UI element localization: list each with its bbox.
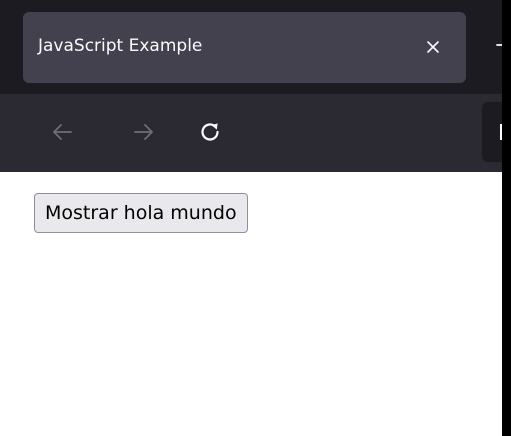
mostrar-hola-mundo-button[interactable]: Mostrar hola mundo <box>34 193 248 233</box>
url-bar[interactable] <box>482 102 502 162</box>
arrow-right-icon[interactable] <box>126 114 162 150</box>
screen-edge <box>502 0 511 436</box>
close-icon[interactable] <box>418 32 448 62</box>
reload-icon[interactable] <box>192 114 228 150</box>
tab-javascript-example[interactable]: JavaScript Example <box>23 12 466 83</box>
tab-title: JavaScript Example <box>38 36 203 56</box>
browser-window: JavaScript Example Mostrar hola mundo <box>0 0 502 436</box>
new-tab-icon[interactable] <box>493 30 502 60</box>
tab-bar: JavaScript Example <box>0 0 502 94</box>
navigation-toolbar <box>0 94 502 172</box>
page-content: Mostrar hola mundo <box>0 172 502 436</box>
arrow-left-icon[interactable] <box>44 114 80 150</box>
